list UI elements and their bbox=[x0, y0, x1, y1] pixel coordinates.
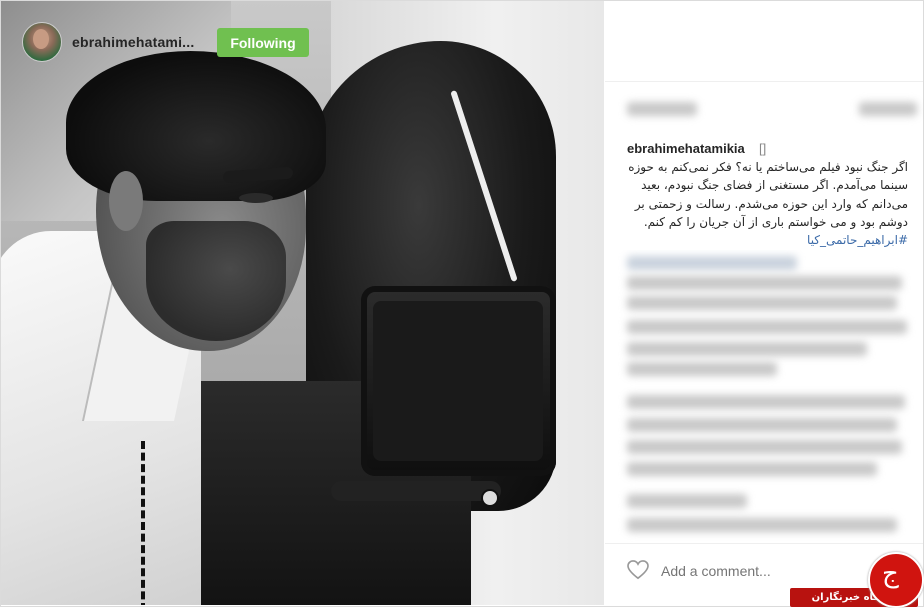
camera-lens-inner bbox=[373, 301, 543, 461]
comments-list-blurred bbox=[605, 250, 923, 542]
caption-box-glyph: [] bbox=[759, 141, 767, 156]
man-ear bbox=[109, 171, 143, 231]
post-photo[interactable] bbox=[1, 1, 604, 605]
post-header bbox=[605, 1, 923, 82]
caption-line: می‌دانم که وارد این حوزه می‌شدم. رسالت و… bbox=[634, 197, 908, 211]
heart-icon[interactable] bbox=[627, 560, 649, 580]
watermark-logo-glyph: ج bbox=[882, 559, 899, 589]
coiled-cable bbox=[141, 441, 159, 605]
caption-line: سینما می‌آمدم. اگر مستغنی از فضای جنگ نب… bbox=[641, 178, 908, 192]
likes-count-blurred bbox=[627, 102, 697, 116]
caption-line: دوشم بود و می خواستم باری از آن جریان را… bbox=[643, 215, 908, 229]
hashtag-link[interactable]: #ابراهیم_حاتمی_کیا bbox=[807, 233, 908, 247]
camera-rig bbox=[331, 481, 501, 501]
caption-line: اگر جنگ نبود فیلم می‌ساختم یا نه؟ فکر نم… bbox=[628, 160, 908, 174]
avatar-face bbox=[33, 29, 49, 49]
following-button[interactable]: Following bbox=[217, 28, 309, 57]
likes-count-blurred-2 bbox=[859, 102, 917, 116]
caption-username[interactable]: ebrahimehatamikia bbox=[627, 141, 745, 156]
camera-knob bbox=[481, 489, 499, 507]
post-username[interactable]: ebrahimehatami... bbox=[72, 34, 194, 50]
add-comment-input[interactable] bbox=[661, 563, 821, 579]
man-eye bbox=[239, 193, 273, 203]
man-beard bbox=[146, 221, 286, 341]
